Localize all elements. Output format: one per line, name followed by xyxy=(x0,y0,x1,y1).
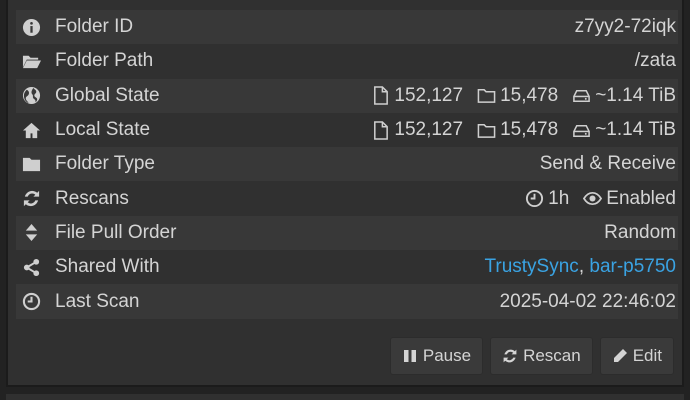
pause-button[interactable]: Pause xyxy=(389,337,484,375)
hdd-icon xyxy=(572,86,591,105)
file-icon xyxy=(371,86,390,106)
folder-open-icon xyxy=(20,50,42,72)
folder-id-label: Folder ID xyxy=(55,16,134,38)
local-files: 152,127 xyxy=(371,119,463,141)
folder-outline-icon xyxy=(477,86,496,105)
folder-path-label: Folder Path xyxy=(55,50,154,72)
row-folder-type: Folder Type Send & Receive xyxy=(16,147,678,182)
file-icon xyxy=(371,120,390,140)
watcher-status: Enabled xyxy=(583,188,676,210)
file-pull-order-value: Random xyxy=(604,221,676,243)
local-state-value: 152,127 15,478 ~1.14 TiB xyxy=(371,119,678,141)
eye-icon xyxy=(583,189,603,208)
refresh-icon xyxy=(503,349,517,363)
folder-details: Folder ID z7yy2-72iqk Folder Path /zata … xyxy=(16,10,678,319)
refresh-icon xyxy=(20,188,42,210)
row-last-scan: Last Scan 2025-04-02 22:46:02 xyxy=(16,284,678,319)
global-files: 152,127 xyxy=(371,85,463,107)
global-folders: 15,478 xyxy=(477,85,558,107)
shared-with-value: TrustySync, bar-p5750 xyxy=(484,256,678,278)
folder-type-value: Send & Receive xyxy=(539,153,676,175)
edit-button[interactable]: Edit xyxy=(599,337,674,375)
folder-path-value: /zata xyxy=(634,50,676,72)
device-link-bar-p5750[interactable]: bar-p5750 xyxy=(589,256,676,278)
global-state-value: 152,127 15,478 ~1.14 TiB xyxy=(371,85,678,107)
rescans-value: 1h Enabled xyxy=(525,188,678,210)
global-size: ~1.14 TiB xyxy=(572,85,676,107)
folder-actions: Pause Rescan Edit xyxy=(389,337,674,375)
local-size: ~1.14 TiB xyxy=(572,119,676,141)
folder-panel: Folder ID z7yy2-72iqk Folder Path /zata … xyxy=(6,0,684,387)
home-icon xyxy=(20,119,42,141)
device-link-trustysync[interactable]: TrustySync xyxy=(484,256,578,278)
rescan-interval: 1h xyxy=(525,188,569,210)
folder-icon xyxy=(20,153,42,175)
shared-with-label: Shared With xyxy=(55,256,160,278)
folder-outline-icon xyxy=(477,121,496,140)
globe-icon xyxy=(20,85,42,107)
file-pull-order-label: File Pull Order xyxy=(55,221,177,243)
row-file-pull-order: File Pull Order Random xyxy=(16,215,678,251)
share-icon xyxy=(20,256,42,278)
row-rescans: Rescans 1h Enabled xyxy=(16,181,678,215)
pause-icon xyxy=(403,350,416,362)
rescan-button[interactable]: Rescan xyxy=(490,337,593,375)
last-scan-label: Last Scan xyxy=(55,290,140,312)
local-folders: 15,478 xyxy=(477,119,558,141)
pencil-icon xyxy=(613,349,627,362)
last-scan-value: 2025-04-02 22:46:02 xyxy=(499,290,676,312)
row-folder-path: Folder Path /zata xyxy=(16,44,678,78)
hdd-icon xyxy=(572,121,591,140)
info-icon xyxy=(20,16,42,38)
row-shared-with: Shared With TrustySync, bar-p5750 xyxy=(16,250,678,284)
local-state-label: Local State xyxy=(55,119,151,141)
clock-icon xyxy=(20,291,42,313)
next-panel-edge xyxy=(6,394,684,400)
device-separator: , xyxy=(578,256,590,278)
folder-type-label: Folder Type xyxy=(55,153,155,175)
row-global-state: Global State 152,127 15,478 ~1.14 TiB xyxy=(16,78,678,113)
global-state-label: Global State xyxy=(55,84,160,106)
clock-icon xyxy=(525,189,544,208)
row-local-state: Local State 152,127 15,478 ~1.14 TiB xyxy=(16,113,678,147)
rescans-label: Rescans xyxy=(55,187,129,209)
row-folder-id: Folder ID z7yy2-72iqk xyxy=(16,10,678,45)
folder-id-value: z7yy2-72iqk xyxy=(574,16,676,38)
sort-icon xyxy=(20,222,42,244)
